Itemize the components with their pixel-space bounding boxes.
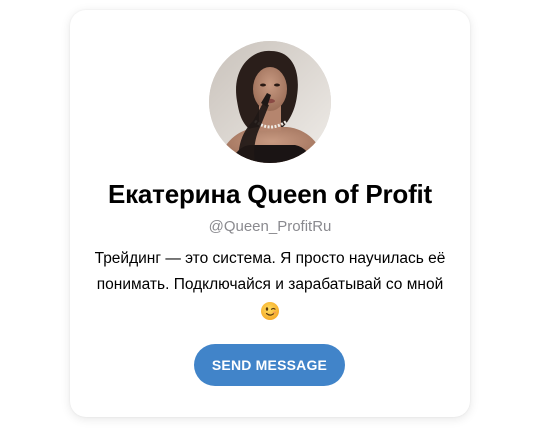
profile-bio: Трейдинг — это система. Я просто научила… <box>86 246 454 324</box>
profile-username: @Queen_ProfitRu <box>208 218 332 235</box>
bio-line: понимать. Подключайся и зарабатывай со м… <box>96 276 444 293</box>
bio-emoji-line <box>86 298 454 324</box>
page: Екатерина Queen of Profit @Queen_ProfitR… <box>0 0 541 428</box>
profile-name: Екатерина Queen of Profit <box>107 179 433 209</box>
winking-face-emoji <box>261 301 279 320</box>
profile-card: Екатерина Queen of Profit @Queen_ProfitR… <box>70 10 470 417</box>
bio-line: Трейдинг — это система. Я просто научила… <box>94 250 446 267</box>
send-message-button[interactable]: SEND MESSAGE <box>194 344 345 386</box>
avatar <box>209 41 331 163</box>
avatar-photo <box>209 41 331 163</box>
